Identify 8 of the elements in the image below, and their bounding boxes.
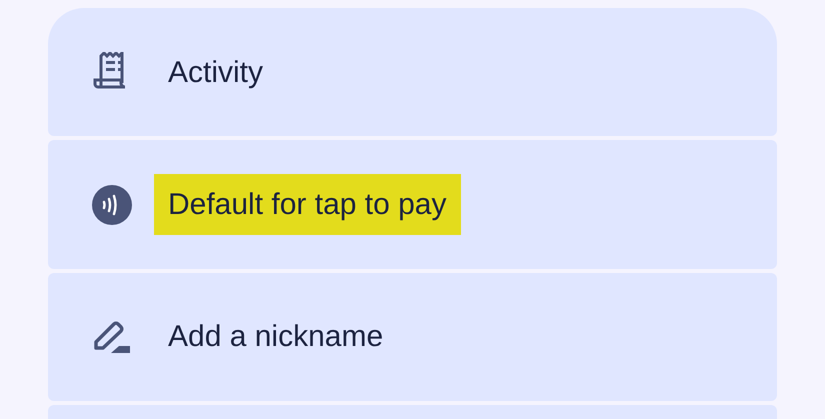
list-card[interactable]: Default for tap to pay <box>48 140 777 269</box>
item-label: Add a nickname <box>167 319 384 356</box>
item-label: Activity <box>167 54 264 91</box>
contactless-icon <box>92 184 132 225</box>
list-card[interactable]: Activity <box>48 8 777 136</box>
list-card[interactable]: Add a nickname <box>48 272 777 402</box>
item-label: Default for tap to pay <box>154 174 460 236</box>
pencil-icon <box>92 320 132 354</box>
